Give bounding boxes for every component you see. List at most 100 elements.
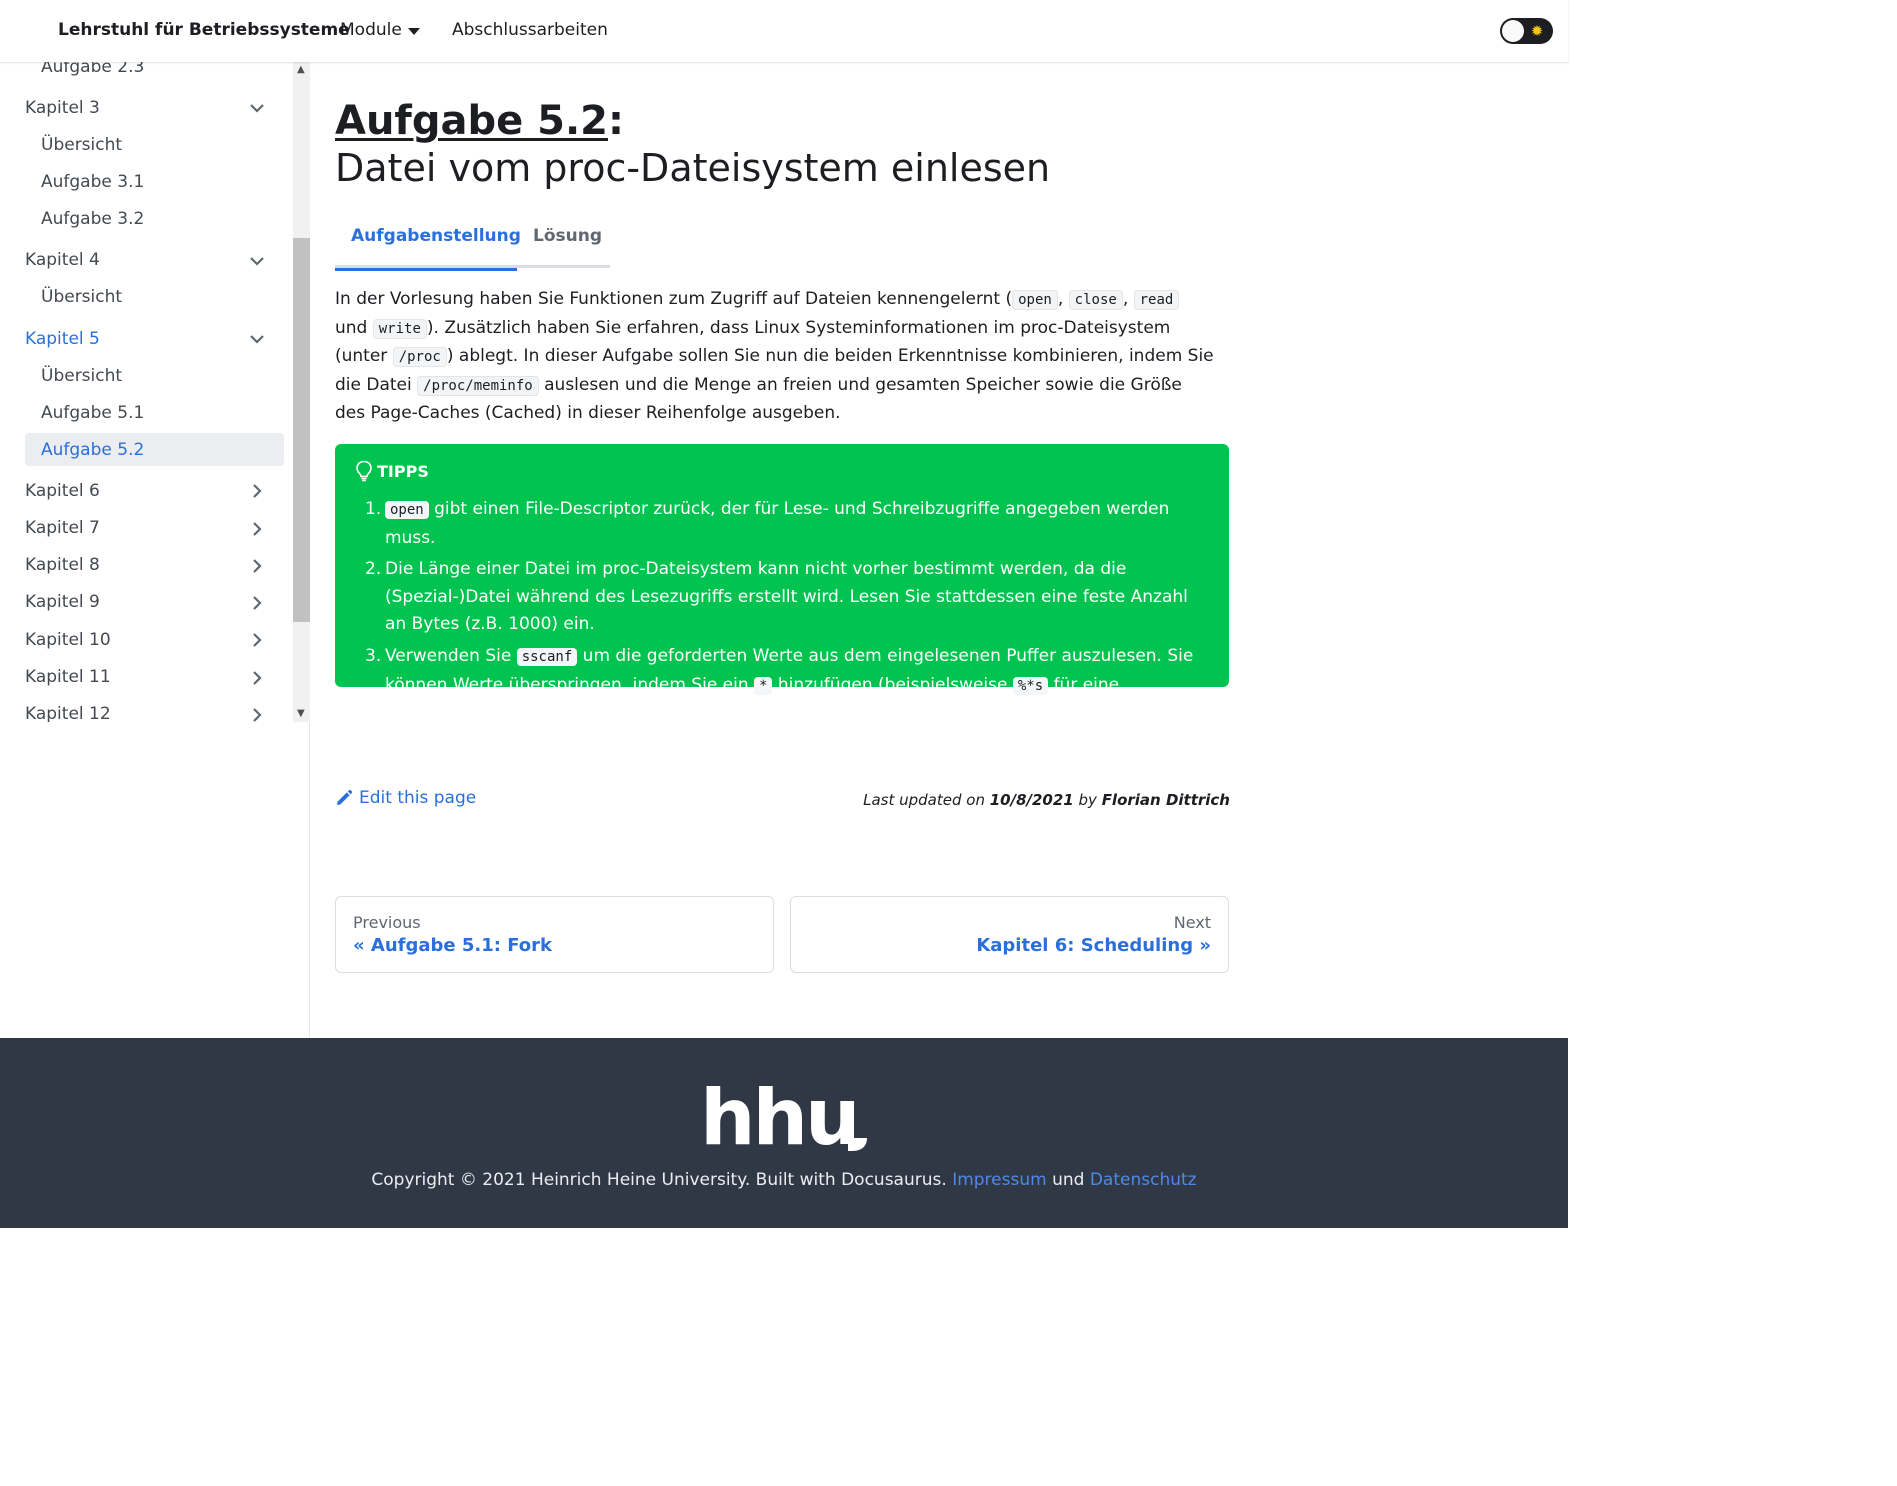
tab-loesung[interactable]: Lösung bbox=[533, 224, 602, 268]
sidebar-item-uebersicht-5[interactable]: Übersicht bbox=[41, 361, 122, 391]
list-number: 1. bbox=[365, 499, 382, 519]
sidebar-item-uebersicht-3[interactable]: Übersicht bbox=[41, 130, 122, 160]
page-title-link[interactable]: Aufgabe 5.2 bbox=[335, 98, 608, 144]
chevron-down-icon[interactable] bbox=[248, 330, 266, 348]
pagination-next-sublabel: Next bbox=[1173, 913, 1211, 932]
sidebar-item-kapitel-10[interactable]: Kapitel 10 bbox=[25, 625, 111, 655]
modules-dropdown[interactable]: Module bbox=[340, 20, 420, 40]
tips-list: 1. open gibt einen File-Descriptor zurüc… bbox=[365, 496, 1210, 732]
text-segment: Verwenden Sie bbox=[385, 645, 517, 666]
inline-code-close: close bbox=[1068, 290, 1123, 310]
sidebar-item-kapitel-8[interactable]: Kapitel 8 bbox=[25, 550, 100, 580]
sidebar-item-aufgabe-3-1[interactable]: Aufgabe 3.1 bbox=[41, 167, 144, 197]
list-item: 3. Verwenden Sie sscanf um die gefordert… bbox=[365, 643, 1210, 728]
text-segment: und bbox=[335, 317, 373, 338]
text-segment: by bbox=[1073, 791, 1102, 809]
sidebar-item-kapitel-11[interactable]: Kapitel 11 bbox=[25, 662, 111, 692]
hhu-logo[interactable]: hhu bbox=[700, 1086, 870, 1154]
sidebar-menu: Aufgabe 2.3 Kapitel 3 Übersicht Aufgabe … bbox=[0, 62, 293, 722]
chevron-right-icon[interactable] bbox=[248, 557, 266, 575]
pagination-previous-sublabel: Previous bbox=[353, 913, 421, 932]
footer: hhu Copyright © 2021 Heinrich Heine Univ… bbox=[0, 1038, 1568, 1228]
last-updated-date: 10/8/2021 bbox=[989, 791, 1074, 809]
chevron-right-icon[interactable] bbox=[248, 706, 266, 722]
scroll-down-arrow-icon[interactable]: ▼ bbox=[297, 708, 305, 719]
page-title: Aufgabe 5.2: bbox=[335, 98, 624, 144]
text-segment: Last updated on bbox=[863, 791, 990, 809]
pagination-previous-label: « Aufgabe 5.1: Fork bbox=[353, 935, 552, 956]
sidebar-item-kapitel-12[interactable]: Kapitel 12 bbox=[25, 699, 111, 722]
impressum-link[interactable]: Impressum bbox=[952, 1170, 1047, 1190]
pagination-next-label: Kapitel 6: Scheduling » bbox=[976, 935, 1211, 956]
edit-page-link[interactable]: Edit this page bbox=[335, 788, 476, 808]
copyright: Copyright © 2021 Heinrich Heine Universi… bbox=[0, 1170, 1568, 1190]
inline-code-read: read bbox=[1133, 290, 1180, 310]
scroll-up-arrow-icon[interactable]: ▲ bbox=[297, 64, 305, 75]
sidebar-item-kapitel-3[interactable]: Kapitel 3 bbox=[25, 93, 100, 123]
task-description: In der Vorlesung haben Sie Funktionen zu… bbox=[335, 286, 1215, 428]
list-number: 3. bbox=[365, 645, 382, 666]
scrollbar-thumb[interactable] bbox=[293, 238, 310, 622]
inline-code-proc: /proc bbox=[392, 347, 447, 368]
last-updated-author: Florian Dittrich bbox=[1101, 791, 1230, 809]
sidebar-item-kapitel-4[interactable]: Kapitel 4 bbox=[25, 245, 100, 275]
sidebar-item-kapitel-5[interactable]: Kapitel 5 bbox=[25, 324, 100, 354]
tab-aufgabenstellung[interactable]: Aufgabenstellung bbox=[335, 224, 521, 271]
abschlussarbeiten-link[interactable]: Abschlussarbeiten bbox=[452, 20, 608, 40]
inline-code-asterisk: * bbox=[754, 676, 773, 695]
sidebar-scrollbar[interactable]: ▲ ▼ bbox=[293, 62, 310, 722]
inline-code-open: open bbox=[385, 501, 429, 519]
pagination-previous[interactable]: Previous « Aufgabe 5.1: Fork bbox=[335, 896, 774, 973]
sidebar-item-aufgabe-5-2[interactable]: Aufgabe 5.2 bbox=[41, 435, 144, 465]
inline-code-meminfo: /proc/meminfo bbox=[417, 375, 539, 396]
top-navbar: Lehrstuhl für Betriebssysteme Module Abs… bbox=[0, 0, 1568, 62]
list-item: 1. open gibt einen File-Descriptor zurüc… bbox=[365, 496, 1210, 552]
lightbulb-icon bbox=[356, 460, 372, 482]
sidebar: Aufgabe 2.3 Kapitel 3 Übersicht Aufgabe … bbox=[0, 62, 310, 1038]
text-segment: Die Länge einer Datei im proc-Dateisyste… bbox=[385, 559, 1188, 635]
page-title-colon: : bbox=[608, 98, 625, 144]
tab-bar: Aufgabenstellung Lösung bbox=[335, 220, 610, 271]
edit-page-label: Edit this page bbox=[359, 788, 477, 808]
sidebar-item-kapitel-7[interactable]: Kapitel 7 bbox=[25, 513, 100, 543]
list-number: 2. bbox=[365, 559, 382, 580]
pencil-icon bbox=[337, 789, 353, 805]
inline-code-format: %*s bbox=[1012, 676, 1049, 695]
pagination-next[interactable]: Next Kapitel 6: Scheduling » bbox=[790, 896, 1229, 973]
tipps-admonition: TIPPS 1. open gibt einen File-Descriptor… bbox=[335, 444, 1229, 723]
chevron-down-icon[interactable] bbox=[248, 252, 266, 270]
toggle-knob bbox=[1502, 20, 1524, 42]
text-segment: und bbox=[1046, 1170, 1090, 1190]
text-segment: , bbox=[1057, 289, 1069, 309]
caret-down-icon bbox=[407, 27, 420, 35]
last-updated: Last updated on 10/8/2021 by Florian Dit… bbox=[863, 791, 1230, 809]
chevron-right-icon[interactable] bbox=[248, 631, 266, 649]
text-segment: In der Vorlesung haben Sie Funktionen zu… bbox=[335, 289, 1013, 309]
page-subtitle: Datei vom proc-Dateisystem einlesen bbox=[335, 146, 1051, 190]
list-item: 2. Die Länge einer Datei im proc-Dateisy… bbox=[365, 556, 1210, 639]
modules-label: Module bbox=[340, 20, 402, 40]
sidebar-item-aufgabe-5-1[interactable]: Aufgabe 5.1 bbox=[41, 398, 144, 428]
datenschutz-link[interactable]: Datenschutz bbox=[1090, 1170, 1197, 1190]
sidebar-item-kapitel-9[interactable]: Kapitel 9 bbox=[25, 587, 100, 617]
chevron-down-icon[interactable] bbox=[248, 99, 266, 117]
sidebar-item-aufgabe-3-2[interactable]: Aufgabe 3.2 bbox=[41, 204, 144, 234]
tipps-heading-label: TIPPS bbox=[377, 461, 429, 481]
text-segment: , bbox=[1122, 289, 1134, 309]
inline-code-open: open bbox=[1012, 290, 1058, 310]
inline-code-write: write bbox=[372, 318, 427, 339]
sun-icon: ✹ bbox=[1530, 22, 1544, 40]
chevron-right-icon[interactable] bbox=[248, 594, 266, 612]
text-segment: hinzufügen (beispielsweise bbox=[772, 674, 1013, 695]
chevron-right-icon[interactable] bbox=[248, 520, 266, 538]
dark-mode-toggle[interactable]: ✹ bbox=[1500, 18, 1553, 44]
inline-code-sscanf: sscanf bbox=[516, 647, 578, 666]
sidebar-item-uebersicht-4[interactable]: Übersicht bbox=[41, 282, 122, 312]
sidebar-item-aufgabe-2-3[interactable]: Aufgabe 2.3 bbox=[41, 62, 144, 82]
sidebar-item-kapitel-6[interactable]: Kapitel 6 bbox=[25, 476, 100, 506]
chevron-right-icon[interactable] bbox=[248, 482, 266, 500]
tipps-heading: TIPPS bbox=[355, 460, 429, 482]
chevron-right-icon[interactable] bbox=[248, 669, 266, 687]
text-segment: gibt einen File-Descriptor zurück, der f… bbox=[385, 499, 1170, 548]
brand-link[interactable]: Lehrstuhl für Betriebssysteme bbox=[58, 20, 350, 40]
